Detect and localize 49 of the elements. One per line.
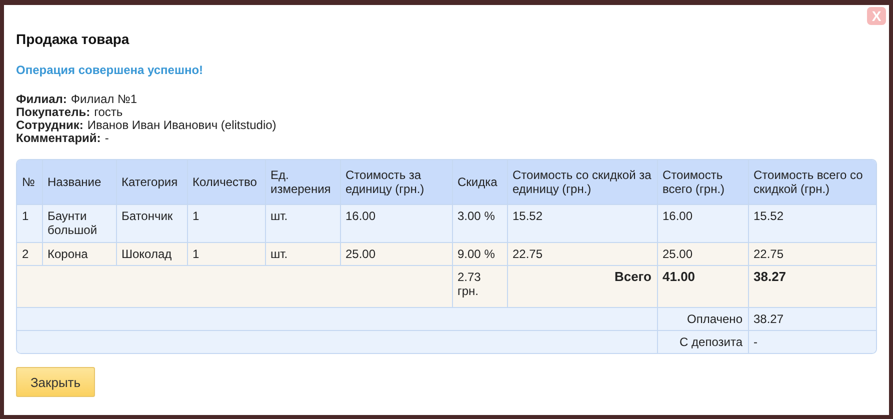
info-value: Филиал №1 bbox=[70, 92, 138, 106]
column-header: Категория bbox=[116, 160, 187, 204]
info-label: Филиал: bbox=[16, 92, 67, 106]
info-label: Покупатель: bbox=[16, 105, 90, 119]
table-cell: 38.27 bbox=[748, 308, 876, 330]
table-cell: 1 bbox=[17, 204, 42, 242]
table-cell: 2 bbox=[17, 242, 42, 266]
close-button[interactable]: Закрыть bbox=[16, 367, 95, 397]
table-cell: шт. bbox=[265, 242, 340, 266]
table-cell: Всего bbox=[507, 266, 657, 308]
column-header: № bbox=[17, 160, 42, 204]
table-cell: 22.75 bbox=[507, 242, 657, 266]
table-cell: - bbox=[748, 330, 876, 353]
table-cell: 22.75 bbox=[748, 242, 876, 266]
table-cell: 16.00 bbox=[657, 204, 748, 242]
column-header: Стоимость всего (грн.) bbox=[657, 160, 748, 204]
table-cell: 3.00 % bbox=[452, 204, 507, 242]
info-value: Иванов Иван Иванович (elitstudio) bbox=[87, 118, 276, 132]
column-header: Ед. измерения bbox=[265, 160, 340, 204]
success-message: Операция совершена успешно! bbox=[16, 63, 204, 77]
column-header: Количество bbox=[187, 160, 265, 204]
column-header: Стоимость всего со скидкой (грн.) bbox=[748, 160, 876, 204]
table-cell: 15.52 bbox=[507, 204, 657, 242]
table-cell: Корона bbox=[42, 242, 116, 266]
table-cell: 1 bbox=[187, 242, 265, 266]
table-cell: Батончик bbox=[116, 204, 187, 242]
info-value: - bbox=[104, 131, 109, 145]
info-value: гость bbox=[94, 105, 123, 119]
table-cell: С депозита bbox=[657, 330, 748, 353]
table-cell: Шоколад bbox=[116, 242, 187, 266]
info-label: Сотрудник: bbox=[16, 118, 84, 132]
info-label: Комментарий: bbox=[16, 131, 101, 145]
table-cell: шт. bbox=[265, 204, 340, 242]
table-cell: 9.00 % bbox=[452, 242, 507, 266]
table-cell: 15.52 bbox=[748, 204, 876, 242]
column-header: Название bbox=[42, 160, 116, 204]
column-header: Стоимость со скидкой за единицу (грн.) bbox=[507, 160, 657, 204]
table-cell: 2.73 грн. bbox=[452, 266, 507, 308]
table-cell: 38.27 bbox=[748, 266, 876, 308]
table-cell: 16.00 bbox=[340, 204, 452, 242]
column-header: Скидка bbox=[452, 160, 507, 204]
table-cell: 1 bbox=[187, 204, 265, 242]
table-cell: 25.00 bbox=[657, 242, 748, 266]
table-cell: Баунти большой bbox=[42, 204, 116, 242]
column-header: Стоимость за единицу (грн.) bbox=[340, 160, 452, 204]
dialog-title: Продажа товара bbox=[16, 31, 130, 47]
table-cell: Оплачено bbox=[657, 308, 748, 330]
table-cell: 41.00 bbox=[657, 266, 748, 308]
table-cell: 25.00 bbox=[340, 242, 452, 266]
